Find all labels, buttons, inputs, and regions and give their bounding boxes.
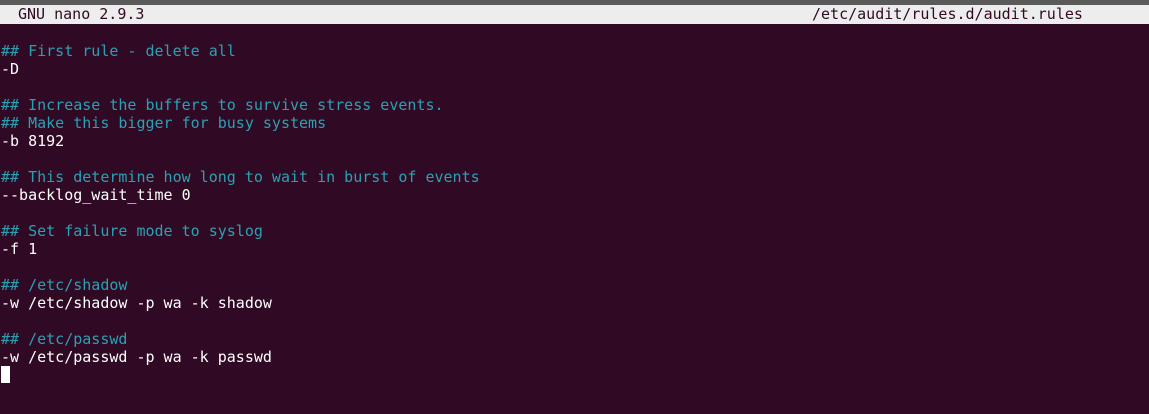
comment-line: ## Increase the buffers to survive stres… [1, 96, 444, 114]
comment-line: ## This determine how long to wait in bu… [1, 168, 480, 186]
rule-line: --backlog_wait_time 0 [1, 186, 191, 204]
comment-line: ## /etc/shadow [1, 276, 128, 294]
text-cursor [1, 366, 10, 383]
rule-line: -f 1 [1, 240, 38, 258]
comment-line: ## Set failure mode to syslog [1, 222, 263, 240]
rule-line: -b 8192 [1, 132, 65, 150]
rule-line: -D [1, 60, 20, 78]
comment-line: ## Make this bigger for busy systems [1, 114, 327, 132]
file-path: /etc/audit/rules.d/audit.rules [812, 5, 1083, 23]
nano-title-bar: GNU nano 2.9.3 /etc/audit/rules.d/audit.… [0, 5, 1149, 24]
app-version: GNU nano 2.9.3 [18, 5, 145, 23]
comment-line: ## /etc/passwd [1, 330, 128, 348]
terminal-window: GNU nano 2.9.3 /etc/audit/rules.d/audit.… [0, 0, 1149, 414]
rule-line: -w /etc/shadow -p wa -k shadow [1, 294, 272, 312]
comment-line: ## First rule - delete all [1, 42, 236, 60]
rule-line: -w /etc/passwd -p wa -k passwd [1, 348, 272, 366]
editor-text-area[interactable]: ## First rule - delete all -D ## Increase … [1, 42, 1141, 384]
cursor-line [1, 366, 1141, 384]
